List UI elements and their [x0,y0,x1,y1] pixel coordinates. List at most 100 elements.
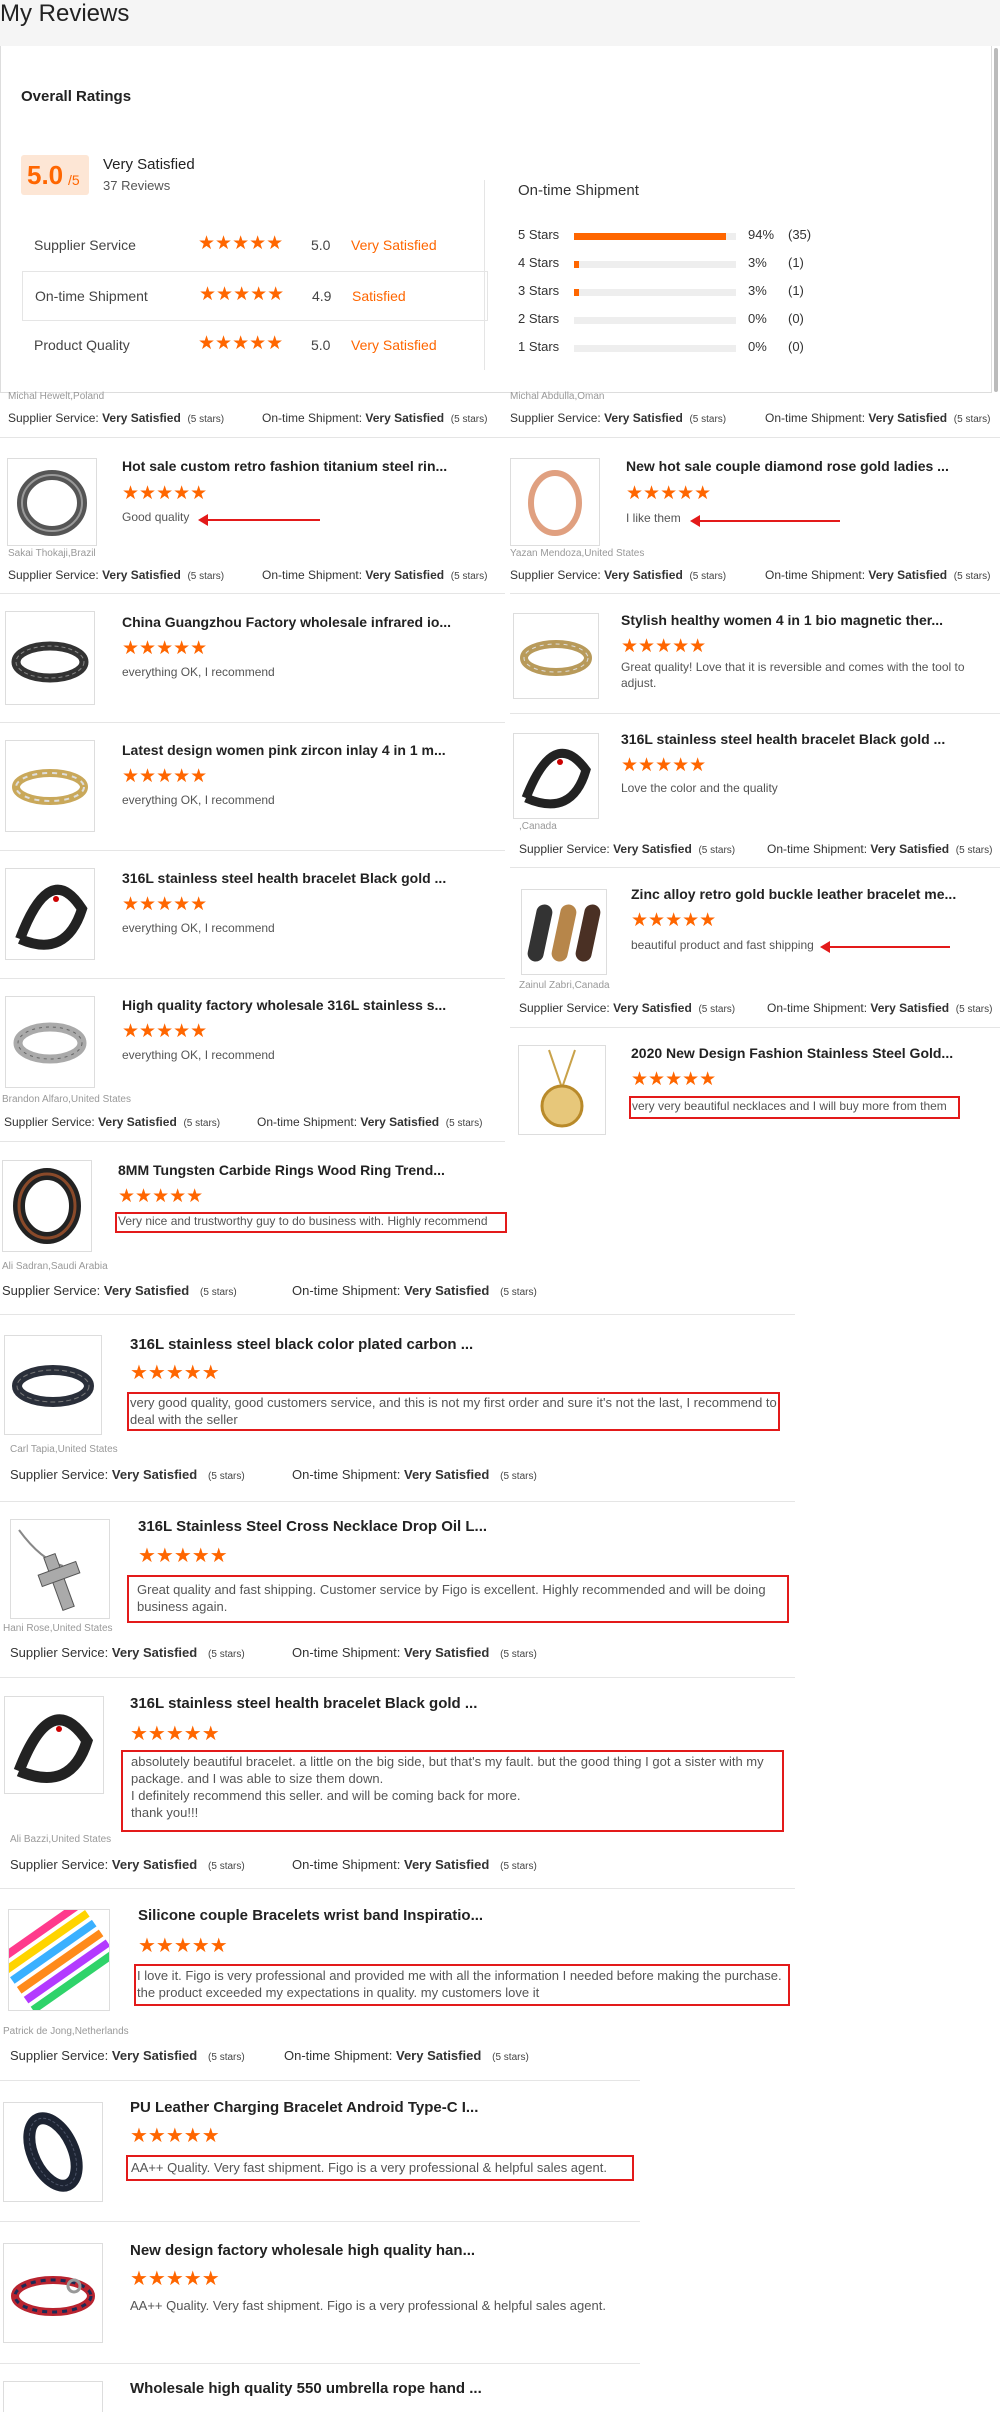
product-thumbnail[interactable] [10,1519,110,1619]
star-rating: ★★★★★ [198,233,284,254]
product-title[interactable]: New hot sale couple diamond rose gold la… [626,458,949,474]
divider [510,593,1000,594]
reviewer-name: ,Canada [519,821,557,832]
product-title[interactable]: 316L stainless steel health bracelet Bla… [122,870,446,886]
product-title[interactable]: Hot sale custom retro fashion titanium s… [122,458,447,474]
reviewer-name: Ali Bazzi,United States [10,1834,112,1845]
review-text: I like them [626,511,681,525]
product-title[interactable]: 316L stainless steel health bracelet Bla… [621,731,945,747]
page-title: My Reviews [0,0,130,27]
product-thumbnail[interactable] [513,613,599,699]
review-ratings: On-time Shipment: Very Satisfied (5 star… [262,411,488,425]
star-rating: ★★★★★ [122,766,208,787]
star-rating: ★★★★★ [631,1069,717,1090]
review-ratings: Supplier Service: Very Satisfied (5 star… [4,1115,221,1129]
shipment-row-label: 2 Stars [518,311,560,326]
shipment-row: 3 Stars 3% (1) [518,283,848,303]
review-ratings: On-time Shipment: Very Satisfied (5 star… [292,1283,537,1298]
category-score: 5.0 [311,337,331,353]
category-row-product-quality: Product Quality ★★★★★ 5.0 Very Satisfied [22,321,486,369]
product-thumbnail[interactable] [3,2381,103,2412]
star-rating: ★★★★★ [130,1362,220,1384]
review-text: everything OK, I recommend [122,1048,275,1062]
star-rating: ★★★★★ [122,1021,208,1042]
review-text: AA++ Quality. Very fast shipment. Figo i… [131,2160,607,2175]
product-title[interactable]: 8MM Tungsten Carbide Rings Wood Ring Tre… [118,1162,445,1178]
shipment-row-count: (1) [788,255,804,270]
review-text: Great quality! Love that it is reversibl… [621,660,965,690]
reviewer-name: Sakai Thokaji,Brazil [8,548,96,559]
shipment-row-percent: 3% [748,255,767,270]
product-thumbnail[interactable] [3,2243,103,2343]
reviews-count: 37 Reviews [103,178,171,193]
product-thumbnail[interactable] [518,1045,606,1135]
product-title[interactable]: New design factory wholesale high qualit… [130,2242,475,2259]
highlight-box: I love it. Figo is very professional and… [134,1964,790,2006]
shipment-row-percent: 3% [748,283,767,298]
progress-bar [574,317,736,324]
review-ratings: On-time Shipment: Very Satisfied (5 star… [292,1645,537,1660]
product-thumbnail[interactable] [521,889,607,975]
shipment-row-label: 5 Stars [518,227,560,242]
progress-fill [574,289,579,296]
divider [0,593,505,594]
product-title[interactable]: PU Leather Charging Bracelet Android Typ… [130,2099,478,2116]
review-ratings: Supplier Service: Very Satisfied (5 star… [519,842,736,856]
product-thumbnail[interactable] [513,733,599,819]
progress-bar [574,233,736,240]
product-thumbnail[interactable] [5,611,95,705]
shipment-row-count: (0) [788,311,804,326]
product-title[interactable]: Wholesale high quality 550 umbrella rope… [130,2380,482,2397]
overall-score: 5.0 [27,160,64,190]
product-thumbnail[interactable] [510,458,600,546]
review-text: Great quality and fast shipping. Custome… [137,1582,766,1614]
reviewer-name: Yazan Mendoza,United States [510,548,645,559]
star-rating: ★★★★★ [138,1545,228,1567]
review-ratings: Supplier Service: Very Satisfied (5 star… [10,1467,245,1482]
product-thumbnail[interactable] [5,868,95,960]
category-row-on-time-shipment[interactable]: On-time Shipment ★★★★★ 4.9 Satisfied [22,271,488,321]
review-text: very very beautiful necklaces and I will… [632,1099,947,1113]
divider [0,1501,795,1502]
star-rating: ★★★★★ [631,910,717,931]
product-title[interactable]: 316L stainless steel health bracelet Bla… [130,1695,477,1712]
product-thumbnail[interactable] [3,2102,103,2202]
product-title[interactable]: 316L stainless steel black color plated … [130,1336,473,1353]
product-title[interactable]: 2020 New Design Fashion Stainless Steel … [631,1045,953,1061]
reviewer-name: Patrick de Jong,Netherlands [3,2026,129,2037]
product-title[interactable]: China Guangzhou Factory wholesale infrar… [122,614,451,630]
star-rating: ★★★★★ [130,1723,220,1745]
star-rating: ★★★★★ [130,2125,220,2147]
highlight-box: very very beautiful necklaces and I will… [629,1096,960,1119]
scrollbar[interactable] [994,48,998,392]
divider [0,1314,795,1315]
product-thumbnail[interactable] [2,1160,92,1252]
review-text: beautiful product and fast shipping [631,938,814,952]
review-text: AA++ Quality. Very fast shipment. Figo i… [130,2298,606,2313]
page-header: My Reviews [0,0,1000,46]
product-title[interactable]: Stylish healthy women 4 in 1 bio magneti… [621,612,943,628]
review-ratings: Supplier Service: Very Satisfied (5 star… [10,2048,245,2063]
review-ratings: On-time Shipment: Very Satisfied (5 star… [257,1115,483,1129]
review-text: Very nice and trustworthy guy to do busi… [118,1214,488,1228]
product-thumbnail[interactable] [7,458,97,546]
star-rating: ★★★★★ [199,284,285,305]
shipment-row: 2 Stars 0% (0) [518,311,848,331]
progress-bar [574,261,736,268]
review-text: everything OK, I recommend [122,921,275,935]
product-thumbnail[interactable] [5,996,95,1088]
product-title[interactable]: Zinc alloy retro gold buckle leather bra… [631,886,956,902]
progress-fill [574,233,727,240]
product-thumbnail[interactable] [4,1696,104,1794]
score-max: /5 [68,172,80,188]
product-title[interactable]: High quality factory wholesale 316L stai… [122,997,446,1013]
product-title[interactable]: Silicone couple Bracelets wrist band Ins… [138,1907,483,1924]
product-title[interactable]: 316L Stainless Steel Cross Necklace Drop… [138,1518,487,1535]
reviewer-name: Carl Tapia,United States [10,1444,118,1455]
product-thumbnail[interactable] [4,1335,102,1435]
product-title[interactable]: Latest design women pink zircon inlay 4 … [122,742,446,758]
review-text: I love it. Figo is very professional and… [137,1968,782,2000]
product-thumbnail[interactable] [5,740,95,832]
product-thumbnail[interactable] [8,1909,110,2011]
shipment-row-percent: 94% [748,227,775,242]
